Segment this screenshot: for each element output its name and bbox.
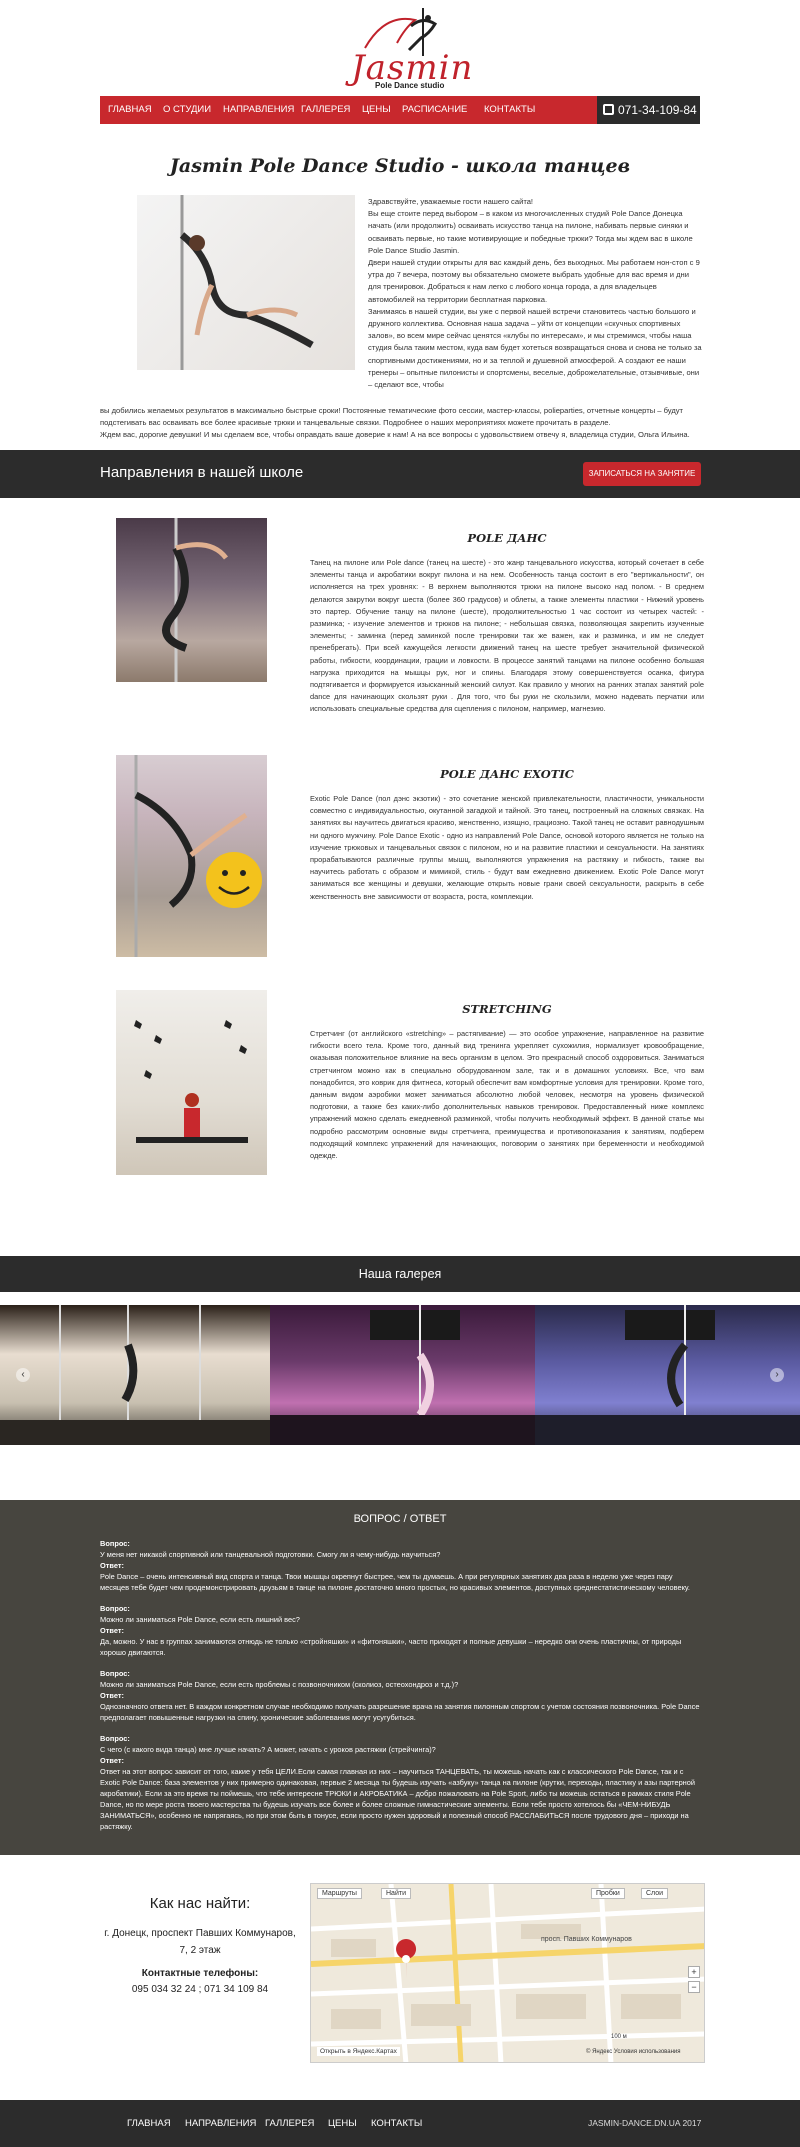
- faq-question: У меня нет никакой спортивной или танцев…: [100, 1550, 441, 1559]
- signup-button[interactable]: ЗАПИСАТЬСЯ НА ЗАНЯТИЕ: [583, 462, 701, 486]
- phone-icon: [603, 104, 614, 115]
- faq-item: Вопрос: Можно ли заниматься Pole Dance, …: [100, 1603, 703, 1658]
- nav-item-directions[interactable]: НАПРАВЛЕНИЯ: [223, 96, 294, 124]
- faq-list: Вопрос: У меня нет никакой спортивной ил…: [100, 1538, 703, 1842]
- nav-item-contacts[interactable]: КОНТАКТЫ: [484, 96, 535, 124]
- exotic-pole-photo: [116, 755, 267, 957]
- directions-heading: Направления в нашей школе: [100, 464, 304, 481]
- faq-answer: Pole Dance – очень интенсивный вид спорт…: [100, 1572, 690, 1592]
- exotic-dancer-image: [134, 755, 262, 957]
- gallery-scene-1: [0, 1305, 270, 1445]
- faq-question-label: Вопрос:: [100, 1539, 130, 1548]
- gallery-next-button[interactable]: ›: [770, 1368, 784, 1382]
- footer-link-home[interactable]: ГЛАВНАЯ: [127, 2118, 171, 2129]
- gallery-image[interactable]: [535, 1305, 800, 1445]
- gallery-heading: Наша галерея: [358, 1267, 442, 1281]
- map-scale: 100 м: [611, 2034, 627, 2040]
- faq-question-label: Вопрос:: [100, 1669, 130, 1678]
- faq-question-label: Вопрос:: [100, 1604, 130, 1613]
- gallery-band: Наша галерея: [0, 1256, 800, 1292]
- pole-dancer-image: [162, 518, 228, 682]
- faq-answer: Ответ на этот вопрос зависит от того, ка…: [100, 1767, 695, 1831]
- intro-photo: [137, 195, 355, 370]
- faq-answer-label: Ответ:: [100, 1626, 124, 1635]
- intro-p6: Ждем вас, дорогие девушки! И мы сделаем …: [100, 430, 690, 440]
- faq-answer: Однозначного ответа нет. В каждом конкре…: [100, 1702, 700, 1722]
- intro-p4: Занимаясь в нашей студии, вы уже с перво…: [368, 306, 702, 390]
- map-street-label: просп. Павших Коммунаров: [541, 1936, 632, 1943]
- logo[interactable]: Jasmin Pole Dance studio: [345, 8, 472, 93]
- intro-p5: вы добились желаемых результатов в макси…: [100, 406, 684, 428]
- map-traffic-button[interactable]: Пробки: [591, 1888, 625, 1899]
- map-layers-button[interactable]: Слои: [641, 1888, 669, 1899]
- nav-item-home[interactable]: ГЛАВНАЯ: [108, 96, 152, 124]
- footer: ГЛАВНАЯ НАПРАВЛЕНИЯ ГАЛЛЕРЕЯ ЦЕНЫ КОНТАК…: [0, 2100, 800, 2147]
- direction-title-stretching: STRETCHING: [462, 1002, 552, 1016]
- gallery-scene-3: [535, 1305, 800, 1445]
- stretching-image: [134, 1020, 248, 1143]
- nav-item-about[interactable]: О СТУДИИ: [163, 96, 211, 124]
- faq-answer-label: Ответ:: [100, 1561, 124, 1570]
- footer-link-directions[interactable]: НАПРАВЛЕНИЯ: [185, 2118, 256, 2129]
- pole-dance-photo: [116, 518, 267, 682]
- contacts-address-line1: г. Донецк, проспект Павших Коммунаров,: [104, 1928, 296, 1939]
- directions-band: Направления в нашей школе ЗАПИСАТЬСЯ НА …: [0, 450, 800, 498]
- map-canvas[interactable]: [311, 1884, 705, 2063]
- pole-dancer-image: [179, 195, 314, 370]
- map-widget[interactable]: Маршруты Найти Пробки Слои просп. Павших…: [310, 1883, 705, 2063]
- map-open-link[interactable]: Открыть в Яндекс.Картах: [317, 2047, 400, 2056]
- gallery-image[interactable]: [270, 1305, 535, 1445]
- header-phone-number: 071-34-109-84: [618, 103, 697, 117]
- direction-title-pole: POLE ДАНС: [467, 531, 547, 545]
- intro-text-continued: вы добились желаемых результатов в макси…: [100, 405, 703, 442]
- faq-question: С чего (с какого вида танца) мне лучше н…: [100, 1745, 436, 1754]
- intro-p3: Двери нашей студии открыты для вас кажды…: [368, 258, 700, 304]
- intro-p1: Здравствуйте, уважаемые гости нашего сай…: [368, 197, 534, 206]
- footer-copyright: JASMIN-DANCE.DN.UA 2017: [588, 2118, 702, 2128]
- direction-title-exotic: POLE ДАНС EXOTIC: [440, 767, 574, 781]
- footer-link-contacts[interactable]: КОНТАКТЫ: [371, 2118, 422, 2129]
- nav-item-schedule[interactable]: РАСПИСАНИЕ: [402, 96, 467, 124]
- map-routes-button[interactable]: Маршруты: [317, 1888, 362, 1899]
- faq-question: Можно ли заниматься Pole Dance, если ест…: [100, 1615, 300, 1624]
- map-copyright[interactable]: © Яндекс Условия использования: [586, 2049, 681, 2055]
- page-title: Jasmin Pole Dance Studio - школа танцев: [169, 155, 631, 177]
- contacts-address: г. Донецк, проспект Павших Коммунаров, 7…: [100, 1925, 300, 1959]
- contacts-heading: Как нас найти:: [149, 1895, 251, 1912]
- faq-answer-label: Ответ:: [100, 1756, 124, 1765]
- footer-link-gallery[interactable]: ГАЛЛЕРЕЯ: [265, 2118, 314, 2129]
- stretching-photo: [116, 990, 267, 1175]
- footer-link-prices[interactable]: ЦЕНЫ: [328, 2118, 357, 2129]
- faq-heading: ВОПРОС / ОТВЕТ: [353, 1513, 447, 1525]
- faq-answer-label: Ответ:: [100, 1691, 124, 1700]
- header-phone[interactable]: 071-34-109-84: [597, 96, 700, 124]
- map-search-button[interactable]: Найти: [381, 1888, 411, 1899]
- contacts-phones-label: Контактные телефоны:: [141, 1968, 259, 1979]
- direction-text-exotic: Exotic Pole Dance (пол дэнс экзотик) - э…: [310, 794, 704, 901]
- contacts-address-line2: 7, 2 этаж: [179, 1945, 221, 1956]
- intro-p2: Вы еще стоите перед выбором – в каком из…: [368, 209, 693, 255]
- nav-item-gallery[interactable]: ГАЛЛЕРЕЯ: [301, 96, 350, 124]
- gallery-image[interactable]: [0, 1305, 270, 1445]
- intro-text: Здравствуйте, уважаемые гости нашего сай…: [368, 196, 703, 391]
- contacts-section: Как нас найти: г. Донецк, проспект Павши…: [0, 1855, 800, 2100]
- gallery-prev-button[interactable]: ‹: [16, 1368, 30, 1382]
- zoom-in-icon[interactable]: +: [688, 1966, 700, 1978]
- direction-text-stretching: Стретчинг (от английского «stretching» –…: [310, 1029, 704, 1161]
- zoom-out-icon[interactable]: −: [688, 1981, 700, 1993]
- faq-section: ВОПРОС / ОТВЕТ Вопрос: У меня нет никако…: [0, 1500, 800, 1855]
- gallery-scene-2: [270, 1305, 535, 1445]
- faq-item: Вопрос: С чего (с какого вида танца) мне…: [100, 1733, 703, 1832]
- faq-item: Вопрос: У меня нет никакой спортивной ил…: [100, 1538, 703, 1593]
- contacts-phones: 095 034 32 24 ; 071 34 109 84: [131, 1984, 269, 1995]
- faq-item: Вопрос: Можно ли заниматься Pole Dance, …: [100, 1668, 703, 1723]
- faq-question-label: Вопрос:: [100, 1734, 130, 1743]
- direction-text-pole: Танец на пилоне или Pole dance (танец на…: [310, 558, 704, 714]
- faq-answer: Да, можно. У нас в группах занимаются от…: [100, 1637, 682, 1657]
- logo-subtitle: Pole Dance studio: [375, 81, 445, 90]
- nav-item-prices[interactable]: ЦЕНЫ: [362, 96, 391, 124]
- faq-question: Можно ли заниматься Pole Dance, если ест…: [100, 1680, 459, 1689]
- gallery-carousel: ‹ ›: [0, 1305, 800, 1445]
